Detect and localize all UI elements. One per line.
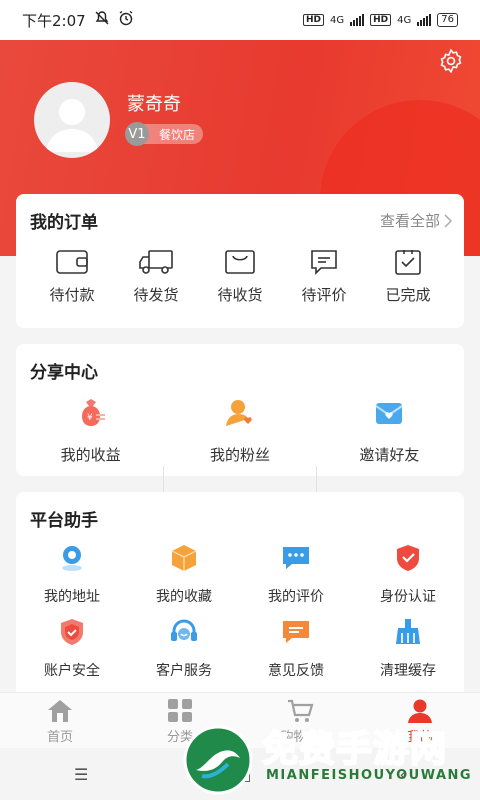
comment-icon — [311, 250, 337, 275]
tab-label: 购物车 — [280, 729, 320, 745]
status-time: 下午2:07 — [22, 11, 86, 30]
alarm-icon — [118, 10, 134, 30]
assistant-label: 客户服务 — [156, 663, 212, 679]
share-my-fans[interactable]: 我的粉丝 — [165, 396, 314, 465]
broom-icon — [396, 619, 420, 644]
cart-icon — [288, 699, 314, 722]
assistant-identity-verification[interactable]: 身份认证 — [352, 542, 464, 606]
tab-cart[interactable]: 购物车 — [240, 693, 360, 749]
menu-icon[interactable]: ☰ — [74, 765, 88, 784]
shield-check-icon — [397, 545, 419, 571]
tab-label: 分类 — [166, 729, 193, 745]
signal-icon-2 — [417, 14, 432, 26]
status-bar: 下午2:07 HD 4G HD 4G 76 — [0, 0, 480, 40]
hd-icon-2: HD — [370, 14, 392, 26]
assistant-label: 我的评价 — [268, 589, 324, 605]
share-my-earnings[interactable]: ¥ 我的收益 — [16, 396, 165, 465]
level-name: 餐饮店 — [159, 127, 196, 142]
chevron-right-icon — [444, 213, 452, 228]
divider — [316, 466, 317, 494]
order-pending-shipment[interactable]: 待发货 — [114, 248, 198, 305]
view-all-orders-link[interactable]: 查看全部 — [380, 210, 452, 231]
tab-label-active: 我的 — [406, 729, 433, 745]
package-icon — [225, 250, 255, 274]
view-all-label: 查看全部 — [379, 212, 440, 230]
tab-category[interactable]: 分类 — [120, 693, 240, 749]
assistant-label: 我的收藏 — [156, 589, 212, 605]
assistant-account-security[interactable]: 账户安全 — [16, 616, 128, 680]
orders-title: 我的订单 — [30, 213, 98, 233]
feedback-icon — [283, 621, 309, 643]
level-badge: V1 餐饮店 — [125, 122, 204, 146]
assistant-title: 平台助手 — [30, 511, 98, 531]
hd-icon: HD — [302, 14, 324, 26]
assistant-clear-cache[interactable]: 清理缓存 — [352, 616, 464, 680]
home-icon — [48, 699, 72, 722]
assistant-grid: 我的地址 我的收藏 我的评价 身份认证 账户安全 客户服务 意见反馈 清理缓存 — [16, 542, 464, 680]
bottom-tab-bar: 首页 分类 购物车 我的 — [0, 692, 480, 749]
order-completed[interactable]: 已完成 — [366, 248, 450, 305]
assistant-my-reviews[interactable]: 我的评价 — [240, 542, 352, 606]
order-label: 待发货 — [133, 286, 179, 304]
orders-card: 我的订单 查看全部 待付款 待发货 待收货 待评价 已完成 — [16, 194, 464, 328]
username[interactable]: 蒙奇奇 — [127, 90, 181, 116]
order-pending-receipt[interactable]: 待收货 — [198, 248, 282, 305]
order-pending-review[interactable]: 待评价 — [282, 248, 366, 305]
box-icon — [171, 545, 197, 571]
assistant-customer-service[interactable]: 客户服务 — [128, 616, 240, 680]
platform-assistant-card: 平台助手 我的地址 我的收藏 我的评价 身份认证 账户安全 客户服务 意见反馈 — [16, 492, 464, 702]
order-status-row: 待付款 待发货 待收货 待评价 已完成 — [16, 248, 464, 305]
signal-icon — [350, 14, 365, 26]
share-invite-friends[interactable]: 邀请好友 — [315, 396, 464, 465]
tab-home[interactable]: 首页 — [0, 693, 120, 749]
assistant-my-favorites[interactable]: 我的收藏 — [128, 542, 240, 606]
share-center-card: 分享中心 ¥ 我的收益 我的粉丝 邀请好友 — [16, 344, 464, 494]
back-icon[interactable]: ‹ — [400, 765, 406, 784]
wallet-icon — [56, 250, 88, 274]
user-icon — [408, 699, 432, 723]
network-label-2: 4G — [397, 14, 412, 26]
level-icon: V1 — [125, 122, 149, 146]
order-label: 待收货 — [217, 286, 263, 304]
tab-mine[interactable]: 我的 — [360, 693, 480, 749]
settings-gear-icon[interactable] — [436, 46, 466, 76]
truck-icon — [139, 250, 173, 274]
share-label: 邀请好友 — [359, 446, 420, 464]
share-label: 我的收益 — [60, 446, 121, 464]
system-navigation-bar: ☰ □ ‹ — [0, 748, 480, 800]
svg-text:¥: ¥ — [87, 413, 93, 423]
assistant-label: 意见反馈 — [268, 663, 324, 679]
assistant-label: 我的地址 — [44, 589, 100, 605]
home-button-icon[interactable]: □ — [236, 765, 251, 784]
network-label-1: 4G — [330, 14, 345, 26]
divider — [163, 466, 164, 494]
order-pending-payment[interactable]: 待付款 — [30, 248, 114, 305]
order-label: 已完成 — [385, 286, 431, 304]
share-row: ¥ 我的收益 我的粉丝 邀请好友 — [16, 396, 464, 494]
mute-icon — [94, 10, 110, 30]
order-label: 待评价 — [301, 286, 347, 304]
tab-label: 首页 — [46, 729, 73, 745]
assistant-feedback[interactable]: 意见反馈 — [240, 616, 352, 680]
location-icon — [62, 546, 82, 571]
grid-icon — [168, 698, 192, 722]
fans-icon — [225, 400, 252, 426]
headset-icon — [171, 619, 197, 641]
money-bag-icon: ¥ — [81, 399, 105, 426]
assistant-label: 清理缓存 — [380, 663, 436, 679]
assistant-label: 身份认证 — [380, 589, 436, 605]
check-clipboard-icon — [395, 250, 421, 275]
order-label: 待付款 — [49, 286, 95, 304]
battery-icon: 76 — [437, 13, 458, 27]
avatar[interactable] — [34, 82, 110, 158]
share-title: 分享中心 — [30, 363, 98, 383]
share-label: 我的粉丝 — [209, 446, 270, 464]
assistant-label: 账户安全 — [44, 663, 100, 679]
invite-mail-icon — [375, 403, 403, 424]
assistant-my-address[interactable]: 我的地址 — [16, 542, 128, 606]
security-shield-icon — [61, 619, 83, 645]
chat-icon — [283, 547, 309, 569]
